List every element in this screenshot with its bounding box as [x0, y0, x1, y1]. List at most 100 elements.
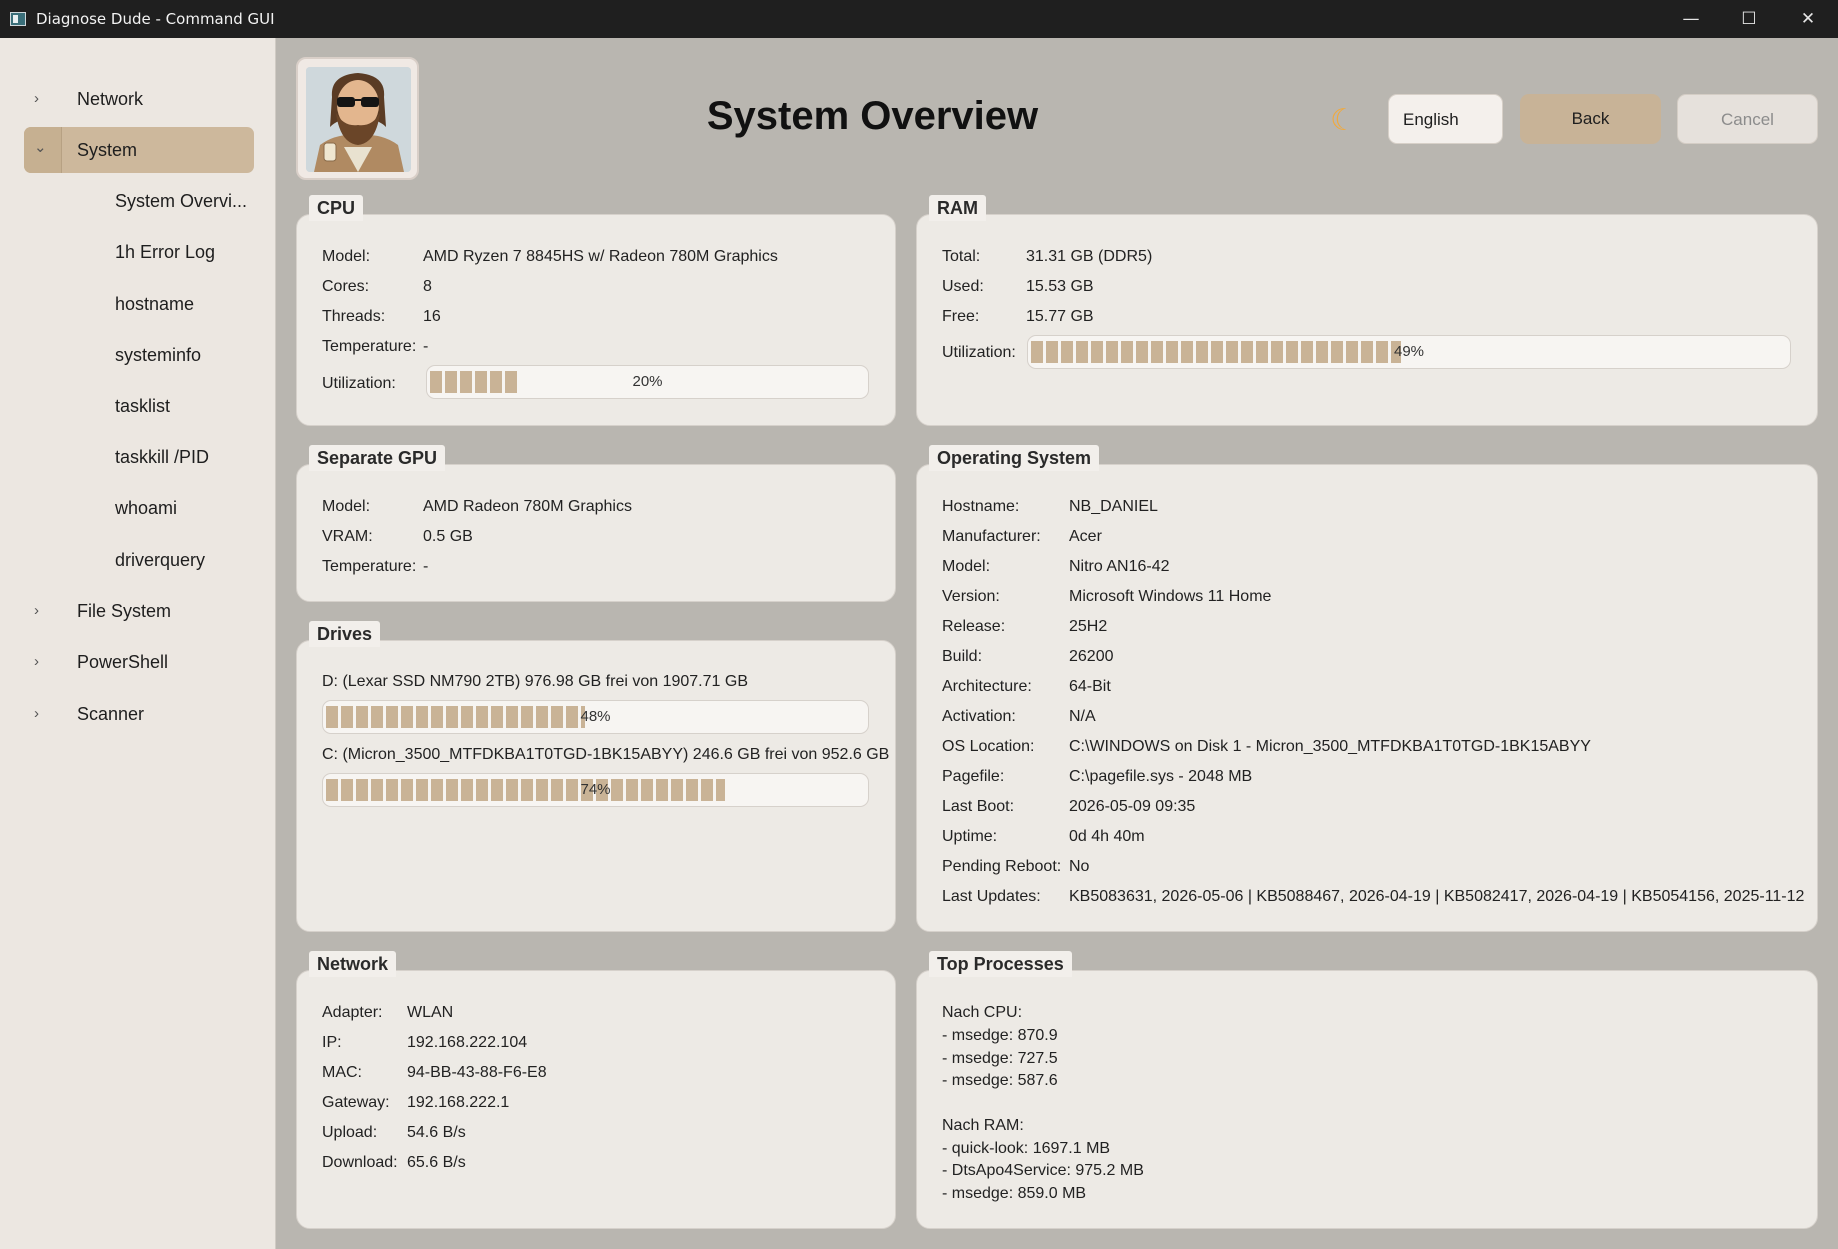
field-value: 25H2 [1069, 618, 1108, 635]
field-value: C:\WINDOWS on Disk 1 - Micron_3500_MTFDK… [1069, 738, 1591, 755]
field-label: Pagefile: [942, 768, 1005, 785]
field-label: Activation: [942, 708, 1016, 725]
field-value: 2026-05-09 09:35 [1069, 798, 1196, 815]
sidebar-item-label: Scanner [77, 704, 145, 724]
field-value: 31.31 GB (DDR5) [1026, 248, 1153, 265]
field-label: Gateway: [322, 1094, 390, 1111]
sidebar-subitem-system-overview[interactable]: System Overvi... [115, 191, 247, 212]
field-value: 192.168.222.1 [407, 1094, 510, 1111]
title-bar: Diagnose Dude - Command GUI — ☐ ✕ [0, 0, 1838, 38]
avatar-image [306, 67, 411, 172]
sidebar-subitem-hostname[interactable]: hostname [115, 294, 194, 315]
field-label: Model: [942, 558, 991, 575]
field-value: - [423, 558, 429, 575]
panel-title: Drives [309, 621, 381, 647]
process-group-cpu: Nach CPU: [942, 1004, 1023, 1021]
field-label: Adapter: [322, 1004, 383, 1021]
window-title: Diagnose Dude - Command GUI [36, 10, 275, 28]
field-value: 16 [423, 308, 441, 325]
process-group-ram: Nach RAM: [942, 1117, 1024, 1134]
sidebar-subitem-taskkill[interactable]: taskkill /PID [115, 447, 209, 468]
page-title: System Overview [706, 94, 1039, 138]
progress-text: 49% [1393, 343, 1425, 360]
close-icon[interactable]: ✕ [1779, 0, 1837, 38]
sidebar-item-powershell[interactable]: › PowerShell [24, 639, 254, 685]
back-button[interactable]: Back [1520, 94, 1661, 144]
field-value: 65.6 B/s [407, 1154, 466, 1171]
sidebar-subitem-tasklist[interactable]: tasklist [115, 396, 170, 417]
field-value: 15.77 GB [1026, 308, 1094, 325]
sidebar-subitem-whoami[interactable]: whoami [115, 498, 177, 519]
chevron-right-icon: › [34, 90, 39, 107]
drive-d-usage-bar: 48% [322, 700, 869, 734]
field-value: C:\pagefile.sys - 2048 MB [1069, 768, 1253, 785]
progress-text: 48% [580, 708, 611, 725]
process-line: - msedge: 587.6 [942, 1072, 1058, 1089]
drives-panel: Drives D: (Lexar SSD NM790 2TB) 976.98 G… [296, 621, 896, 932]
field-label: Uptime: [942, 828, 998, 845]
field-label: Total: [942, 248, 981, 265]
cpu-panel: CPU Model: AMD Ryzen 7 8845HS w/ Radeon 7… [296, 195, 896, 426]
sidebar-subitem-driverquery[interactable]: driverquery [115, 550, 205, 571]
sidebar-item-system[interactable]: ⌄ System [24, 127, 254, 173]
sidebar-item-label: PowerShell [77, 652, 169, 672]
os-panel: Operating System Hostname: NB_DANIEL Manu… [916, 445, 1818, 932]
language-select[interactable]: English [1388, 94, 1503, 144]
progress-text: 20% [632, 373, 663, 390]
field-label: Download: [322, 1154, 398, 1171]
field-label: Model: [322, 498, 371, 515]
sidebar-item-file-system[interactable]: › File System [24, 588, 254, 634]
field-label: Temperature: [322, 558, 417, 575]
field-label: Hostname: [942, 498, 1020, 515]
panel-title: Top Processes [929, 951, 1072, 977]
sidebar: › Network ⌄ System System Overvi... 1h E… [0, 38, 276, 1249]
panel-title: Separate GPU [309, 445, 446, 471]
field-value: 26200 [1069, 648, 1114, 665]
sidebar-item-scanner[interactable]: › Scanner [24, 691, 254, 737]
field-label: Free: [942, 308, 980, 325]
process-line: - quick-look: 1697.1 MB [942, 1140, 1111, 1157]
field-label: Build: [942, 648, 983, 665]
field-label: Manufacturer: [942, 528, 1041, 545]
cancel-button[interactable]: Cancel [1677, 94, 1818, 144]
app-icon [10, 12, 26, 26]
chevron-right-icon: › [34, 653, 39, 670]
field-value: WLAN [407, 1004, 454, 1021]
field-value: 192.168.222.104 [407, 1034, 528, 1051]
field-label: Release: [942, 618, 1006, 635]
sidebar-subitem-error-log[interactable]: 1h Error Log [115, 242, 215, 263]
ram-utilization-bar: 49% [1027, 335, 1791, 369]
minimize-icon[interactable]: — [1662, 0, 1720, 38]
field-value: AMD Radeon 780M Graphics [423, 498, 632, 515]
field-label: VRAM: [322, 528, 373, 545]
field-value: 8 [423, 278, 432, 295]
moon-icon[interactable]: ☾ [1330, 103, 1357, 138]
field-label: IP: [322, 1034, 342, 1051]
drive-d-label: D: (Lexar SSD NM790 2TB) 976.98 GB frei … [322, 673, 748, 690]
field-label: Cores: [322, 278, 370, 295]
avatar [296, 57, 419, 180]
field-label: Model: [322, 248, 371, 265]
chevron-right-icon: › [34, 602, 39, 619]
field-value: Acer [1069, 528, 1102, 545]
field-value: - [423, 338, 429, 355]
field-label: Used: [942, 278, 984, 295]
sidebar-subitem-systeminfo[interactable]: systeminfo [115, 345, 201, 366]
maximize-icon[interactable]: ☐ [1720, 0, 1778, 38]
process-line: - msedge: 859.0 MB [942, 1185, 1087, 1202]
field-label: Architecture: [942, 678, 1032, 695]
cpu-utilization-bar: 20% [426, 365, 869, 399]
drive-c-usage-bar: 74% [322, 773, 869, 807]
ram-panel: RAM Total: 31.31 GB (DDR5) Used: 15.53 GB … [916, 195, 1818, 426]
field-label: Utilization: [942, 344, 1016, 361]
panel-title: Network [309, 951, 397, 977]
field-label: Last Boot: [942, 798, 1015, 815]
field-value: No [1069, 858, 1090, 875]
sidebar-item-network[interactable]: › Network [24, 76, 254, 122]
top-processes-panel: Top Processes Nach CPU: - msedge: 870.9 … [916, 951, 1818, 1229]
panel-title: Operating System [929, 445, 1100, 471]
network-panel: Network Adapter: WLAN IP: 192.168.222.104 … [296, 951, 896, 1229]
field-value: 0d 4h 40m [1069, 828, 1145, 845]
field-value: Nitro AN16-42 [1069, 558, 1170, 575]
field-label: OS Location: [942, 738, 1035, 755]
